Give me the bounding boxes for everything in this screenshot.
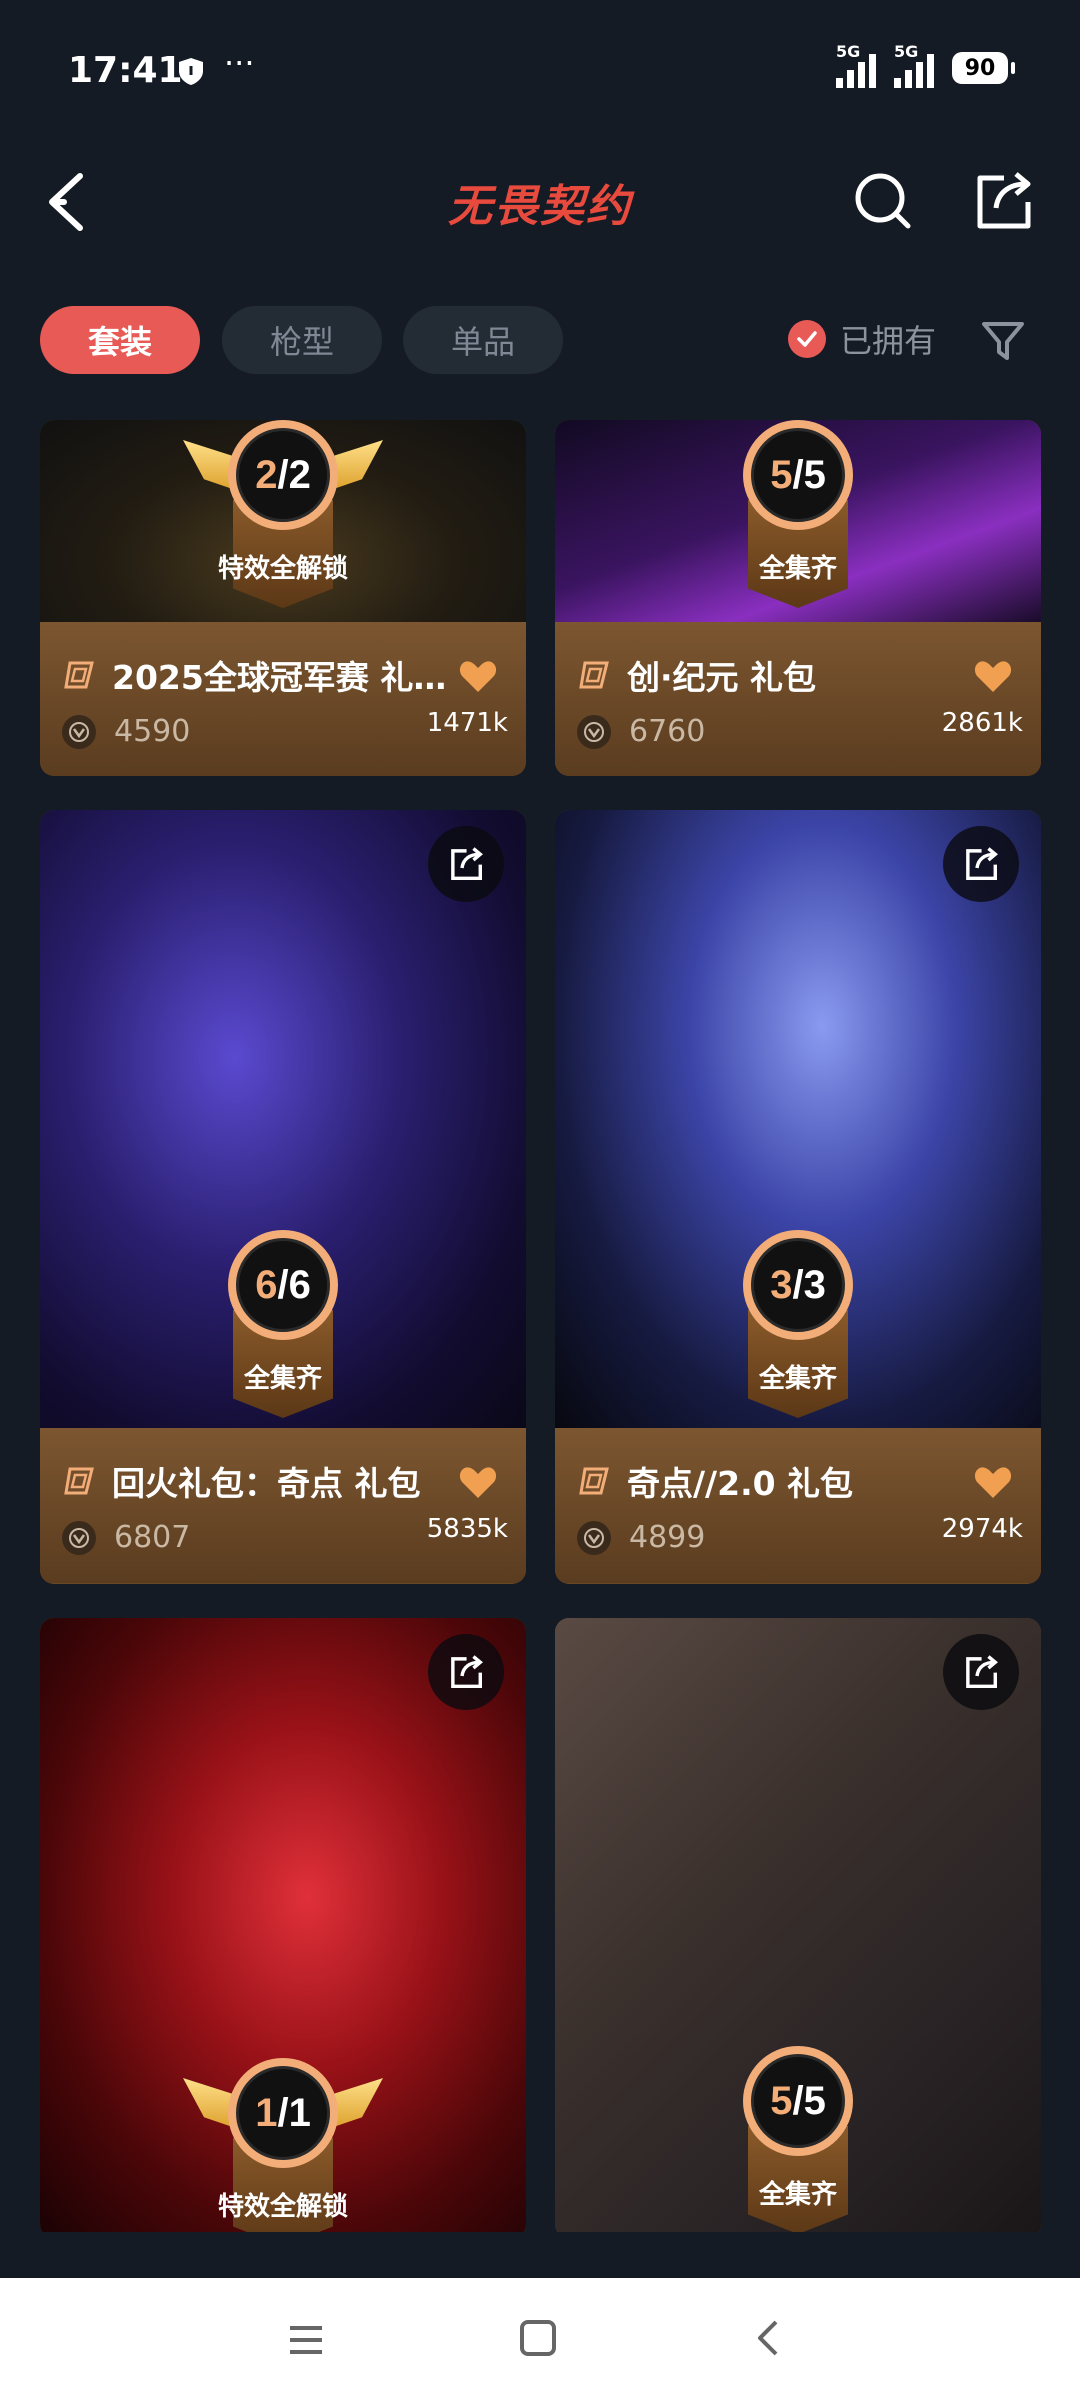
app-header: 无畏契约	[0, 140, 1080, 260]
collection-badge: 2/2 特效全解锁	[183, 420, 383, 620]
share-icon[interactable]	[428, 1634, 504, 1710]
owned-count: 6	[255, 1262, 278, 1307]
filter-bar: 套装 枪型 单品 已拥有	[0, 300, 1080, 380]
bundle-icon	[579, 661, 609, 689]
home-icon[interactable]	[518, 2318, 558, 2358]
badge-label: 特效全解锁	[217, 2192, 348, 2222]
heart-icon[interactable]	[458, 1464, 498, 1500]
bundle-info: 回火礼包：奇点 礼包 6807 5835k	[40, 1428, 526, 1583]
vp-currency-icon	[62, 714, 96, 749]
recent-apps-icon[interactable]	[286, 2320, 326, 2360]
badge-label: 全集齐	[758, 1364, 837, 1394]
owned-count: 5	[770, 2078, 793, 2123]
bundle-price: 4899	[629, 1520, 706, 1555]
status-bar: 17:41 ··· 5G 5G 90	[0, 0, 1080, 140]
share-icon[interactable]	[968, 166, 1038, 236]
status-more-dots: ···	[224, 44, 255, 82]
total-count: 3	[803, 1262, 826, 1307]
status-time: 17:41	[68, 50, 183, 91]
bundle-icon	[64, 661, 94, 689]
battery-icon: 90	[952, 52, 1015, 84]
owned-label: 已拥有	[840, 322, 937, 360]
bundle-price: 4590	[114, 714, 191, 749]
bundle-info: 2025全球冠军赛 礼… 4590 1471k	[40, 622, 526, 776]
like-count: 2974k	[941, 1514, 1023, 1544]
collection-badge: 3/3 全集齐	[698, 1230, 898, 1430]
signal-icon: 5G	[894, 42, 934, 88]
owned-count: 3	[770, 1262, 793, 1307]
bundle-card[interactable]: 5/5 全集齐 创·纪元 礼包 6760 2861k	[555, 420, 1041, 776]
battery-level: 90	[964, 55, 996, 81]
bundle-card[interactable]: 2/2 特效全解锁 2025全球冠军赛 礼… 4590 1471k	[40, 420, 526, 776]
total-count: 1	[288, 2090, 311, 2135]
collection-badge: 6/6 全集齐	[183, 1230, 383, 1430]
system-nav-bar	[0, 2278, 1080, 2403]
heart-icon[interactable]	[458, 658, 498, 694]
share-icon[interactable]	[943, 1634, 1019, 1710]
bundle-icon	[64, 1467, 94, 1495]
bundle-card[interactable]: 5/5 全集齐	[555, 1618, 1041, 2232]
tab-bundles[interactable]: 套装	[40, 306, 200, 374]
bundle-info: 奇点//2.0 礼包 4899 2974k	[555, 1428, 1041, 1583]
bundle-name: 奇点//2.0 礼包	[627, 1464, 854, 1503]
bundle-card[interactable]: 6/6 全集齐 回火礼包：奇点 礼包 6807 5835k	[40, 810, 526, 1584]
like-count: 1471k	[426, 708, 508, 738]
heart-icon[interactable]	[973, 1464, 1013, 1500]
heart-icon[interactable]	[973, 658, 1013, 694]
collection-badge: 5/5 全集齐	[698, 420, 898, 620]
owned-count: 2	[255, 452, 278, 497]
total-count: 2	[288, 452, 311, 497]
bundle-name: 创·纪元 礼包	[627, 658, 817, 697]
page-title: 无畏契约	[448, 181, 632, 232]
network-type-label: 5G	[894, 42, 919, 61]
bundle-grid: 2/2 特效全解锁 2025全球冠军赛 礼… 4590 1471k 5/5 全集…	[0, 420, 1080, 2232]
vp-currency-icon	[62, 1520, 96, 1555]
checkmark-icon	[788, 320, 826, 358]
vp-currency-icon	[577, 1520, 611, 1555]
like-count: 2861k	[941, 708, 1023, 738]
collection-badge: 5/5 全集齐	[698, 2046, 898, 2232]
total-count: 6	[288, 1262, 311, 1307]
bundle-card[interactable]: 1/1 特效全解锁	[40, 1618, 526, 2232]
total-count: 5	[803, 452, 826, 497]
tab-single-items[interactable]: 单品	[403, 306, 563, 374]
bundle-icon	[579, 1467, 609, 1495]
share-icon[interactable]	[428, 826, 504, 902]
badge-label: 全集齐	[758, 554, 837, 584]
bundle-info: 创·纪元 礼包 6760 2861k	[555, 622, 1041, 776]
bundle-price: 6807	[114, 1520, 191, 1555]
share-icon[interactable]	[943, 826, 1019, 902]
filter-funnel-icon[interactable]	[978, 316, 1028, 366]
collection-badge: 1/1 特效全解锁	[183, 2058, 383, 2232]
badge-label: 特效全解锁	[217, 554, 348, 584]
total-count: 5	[803, 2078, 826, 2123]
bundle-name: 回火礼包：奇点 礼包	[112, 1464, 421, 1503]
vp-currency-icon	[577, 714, 611, 749]
shield-icon	[179, 58, 203, 85]
owned-count: 5	[770, 452, 793, 497]
owned-toggle[interactable]: 已拥有	[788, 316, 936, 362]
badge-label: 全集齐	[758, 2180, 837, 2210]
bundle-price: 6760	[629, 714, 706, 749]
search-icon[interactable]	[848, 166, 918, 236]
nav-back-icon[interactable]	[748, 2318, 788, 2358]
tab-weapon-types[interactable]: 枪型	[222, 306, 382, 374]
owned-count: 1	[255, 2090, 278, 2135]
network-type-label: 5G	[836, 42, 861, 61]
badge-label: 全集齐	[243, 1364, 322, 1394]
bundle-name: 2025全球冠军赛 礼…	[112, 658, 447, 697]
signal-icon: 5G	[836, 42, 876, 88]
like-count: 5835k	[426, 1514, 508, 1544]
bundle-card[interactable]: 3/3 全集齐 奇点//2.0 礼包 4899 2974k	[555, 810, 1041, 1584]
